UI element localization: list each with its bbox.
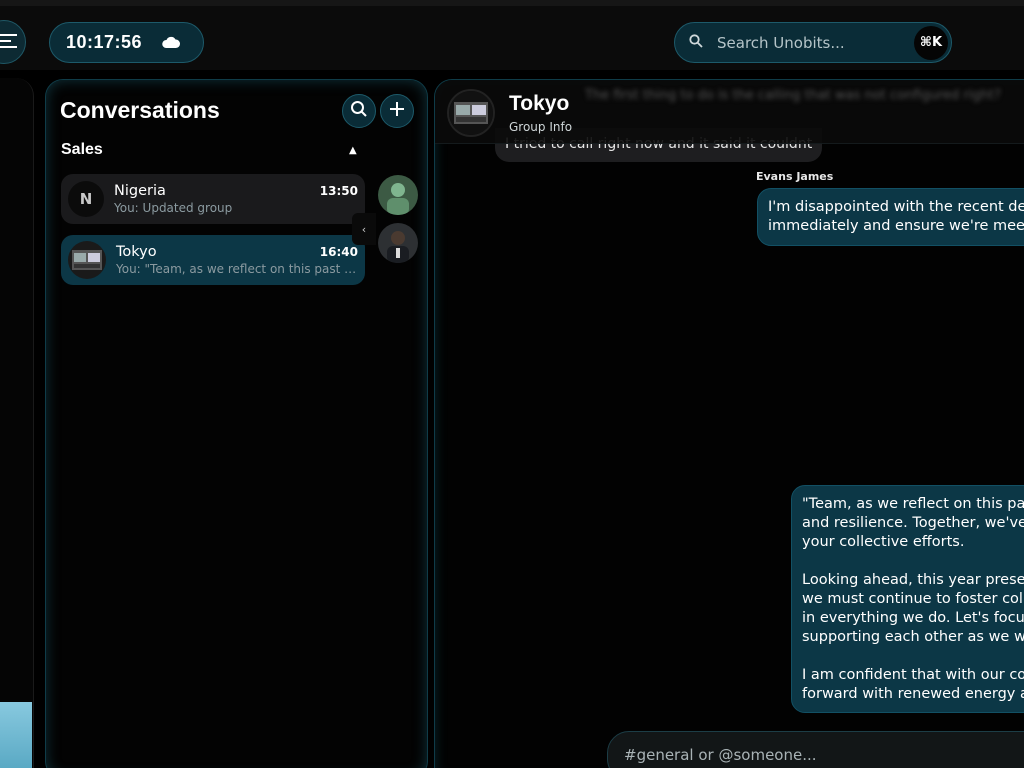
cloud-icon [162,33,181,52]
page-title: Conversations [60,97,220,123]
member-avatar[interactable] [378,175,418,215]
group-avatar[interactable] [447,89,495,137]
message-line: I'm disappointed with the recent dela [768,199,1024,215]
avatar [68,241,106,279]
message-line: Looking ahead, this year present [802,572,1024,588]
clock-widget[interactable]: 10:17:56 [49,22,204,63]
message-bubble: I'm disappointed with the recent dela im… [757,188,1024,246]
message-line: immediately and ensure we're meeting [768,218,1024,234]
conversation-time: 13:50 [319,184,358,198]
menu-button[interactable] [0,20,26,64]
message-line: supporting each other as we wo [802,629,1024,645]
conversation-item-nigeria[interactable]: N Nigeria 13:50 You: Updated group [61,174,365,224]
collapse-caret-icon[interactable]: ▲ [349,145,357,156]
search-bar[interactable]: Search Unobits... ⌘K [674,22,952,63]
conversation-time: 16:40 [319,245,358,259]
chat-header: The first thing to do is the calling tha… [435,80,1024,144]
group-info-link[interactable]: Group Info [509,120,572,134]
message-sender: Evans James [756,170,834,183]
collapse-handle[interactable]: ‹ [352,213,376,245]
chat-title[interactable]: Tokyo [509,92,569,116]
avatar: N [68,181,104,217]
search-conversations-button[interactable] [342,94,376,128]
message-input[interactable]: #general or @someone... [607,731,1024,768]
message-line: I am confident that with our com [802,667,1024,683]
conversations-panel: Conversations Sales ▲ N Nigeria 13:50 Yo… [45,79,428,768]
conversation-item-tokyo[interactable]: Tokyo 16:40 You: "Team, as we reflect on… [61,235,365,285]
rail-thumbnail[interactable] [0,702,32,768]
message-line: your collective efforts. [802,534,965,550]
conversation-name: Tokyo [116,244,157,260]
message-line: forward with renewed energy an [802,686,1024,702]
conversation-text: Tokyo 16:40 You: "Team, as we reflect on… [116,244,358,276]
blurred-banner: The first thing to do is the calling tha… [585,88,1001,103]
message-line: we must continue to foster colla [802,591,1024,607]
message-line: and resilience. Together, we've na [802,515,1024,531]
message-bubble: "Team, as we reflect on this past and re… [791,485,1024,713]
chevron-left-icon: ‹ [361,222,367,236]
search-icon [689,33,703,52]
conversation-name: Nigeria [114,183,166,199]
conversation-preview: You: Updated group [114,201,233,215]
hamburger-icon [0,33,17,52]
section-header[interactable]: Sales [61,141,103,159]
conversation-preview: You: "Team, as we reflect on this past y… [116,262,358,276]
message-line: in everything we do. Let's focus o [802,610,1024,626]
plus-icon [389,101,405,121]
search-icon [350,100,368,122]
chat-panel: I tried to call right now and it said it… [434,79,1024,768]
left-rail [0,78,34,768]
message-line: "Team, as we reflect on this past [802,496,1024,512]
conversation-text: Nigeria 13:50 You: Updated group [114,183,358,215]
member-avatar[interactable] [378,223,418,263]
new-conversation-button[interactable] [380,94,414,128]
top-bar: 10:17:56 Search Unobits... ⌘K [0,0,1024,70]
clock-time: 10:17:56 [66,32,143,52]
search-input[interactable]: Search Unobits... [717,34,914,52]
shortcut-badge: ⌘K [914,25,948,60]
